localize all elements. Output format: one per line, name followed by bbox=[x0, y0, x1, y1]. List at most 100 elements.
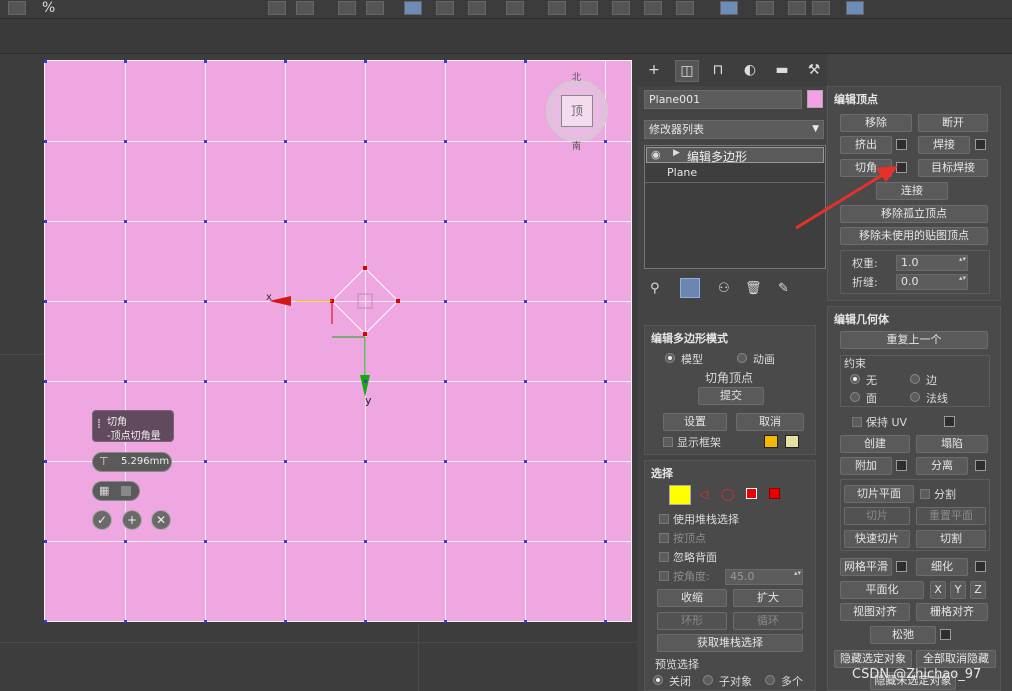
pivot-icon[interactable] bbox=[644, 1, 662, 15]
detach-button[interactable]: 分离 bbox=[916, 457, 968, 475]
snap-icon[interactable] bbox=[8, 1, 26, 15]
grow-button[interactable]: 扩大 bbox=[733, 589, 803, 607]
settings-button[interactable]: 设置 bbox=[663, 413, 727, 431]
commit-button[interactable]: 提交 bbox=[698, 387, 764, 405]
weight-spinner[interactable]: 1.0 bbox=[896, 255, 968, 271]
vertex-mode-icon[interactable] bbox=[669, 485, 691, 505]
material-editor-icon[interactable] bbox=[812, 1, 830, 15]
constraint-edge-radio[interactable] bbox=[910, 374, 920, 384]
by-angle-checkbox[interactable] bbox=[659, 571, 669, 581]
caddy-amount-field[interactable]: ⊤ 5.296mm bbox=[92, 452, 172, 472]
cage-color-swatch-1[interactable] bbox=[764, 435, 778, 448]
preserve-uv-settings-icon[interactable] bbox=[944, 416, 955, 427]
tessellate-settings-icon[interactable] bbox=[975, 561, 986, 572]
ref-coord-icon[interactable] bbox=[612, 1, 630, 15]
make-unique-icon[interactable]: ⚇ bbox=[718, 281, 730, 296]
model-radio[interactable] bbox=[665, 353, 675, 363]
weld-button[interactable]: 焊接 bbox=[918, 136, 970, 154]
render-setup-icon[interactable] bbox=[366, 1, 384, 15]
modifier-list-dropdown[interactable]: 修改器列表 ▼ bbox=[644, 120, 824, 139]
create-tab-icon[interactable]: + bbox=[643, 60, 665, 80]
attach-button[interactable]: 附加 bbox=[840, 457, 892, 475]
segments-toggle[interactable] bbox=[121, 486, 131, 496]
grid-align-button[interactable]: 栅格对齐 bbox=[916, 603, 988, 621]
select-region-icon[interactable] bbox=[436, 1, 454, 15]
render-icon[interactable] bbox=[846, 1, 864, 15]
reset-plane-button[interactable]: 重置平面 bbox=[916, 507, 986, 525]
scale-icon[interactable] bbox=[580, 1, 598, 15]
show-cage-checkbox[interactable] bbox=[663, 437, 673, 447]
detach-settings-icon[interactable] bbox=[975, 460, 986, 471]
utilities-tab-icon[interactable]: ⚒ bbox=[803, 60, 825, 80]
caddy-segments-field[interactable]: ▦ bbox=[92, 481, 140, 501]
object-name-field[interactable]: Plane001 bbox=[644, 90, 802, 109]
cut-button[interactable]: 切割 bbox=[916, 530, 986, 548]
split-checkbox[interactable] bbox=[920, 489, 930, 499]
bind-icon[interactable] bbox=[338, 1, 356, 15]
expand-triangle-icon[interactable]: ▶ bbox=[673, 148, 680, 158]
meshsmooth-button[interactable]: 网格平滑 bbox=[840, 558, 892, 576]
window-crossing-icon[interactable] bbox=[468, 1, 486, 15]
edit-poly-mode-title[interactable]: 编辑多边形模式 bbox=[651, 330, 728, 346]
attach-settings-icon[interactable] bbox=[896, 460, 907, 471]
pin-stack-icon[interactable]: ⚲ bbox=[650, 281, 660, 296]
by-vertex-checkbox[interactable] bbox=[659, 533, 669, 543]
edge-mode-icon[interactable]: ◁ bbox=[699, 487, 708, 501]
caddy-ok-icon[interactable]: ✓ bbox=[92, 510, 112, 530]
caddy-apply-icon[interactable]: + bbox=[122, 510, 142, 530]
show-end-result-icon[interactable] bbox=[680, 278, 700, 298]
percent-snap-label[interactable]: % bbox=[42, 0, 55, 16]
preview-off-radio[interactable] bbox=[653, 675, 663, 685]
create-button[interactable]: 创建 bbox=[840, 435, 910, 453]
tessellate-button[interactable]: 细化 bbox=[916, 558, 968, 576]
constraint-face-radio[interactable] bbox=[850, 392, 860, 402]
pink-plane-mesh[interactable] bbox=[44, 60, 632, 623]
quickslice-button[interactable]: 快速切片 bbox=[844, 530, 910, 548]
mirror-icon[interactable] bbox=[676, 1, 694, 15]
stack-item-plane[interactable]: Plane bbox=[667, 166, 697, 179]
ignore-backfacing-checkbox[interactable] bbox=[659, 552, 669, 562]
edit-geometry-title[interactable]: 编辑几何体 bbox=[834, 311, 889, 327]
unhide-all-button[interactable]: 全部取消隐藏 bbox=[916, 650, 996, 668]
select-object-icon[interactable] bbox=[404, 1, 422, 15]
unlink-icon[interactable] bbox=[296, 1, 314, 15]
schematic-icon[interactable] bbox=[788, 1, 806, 15]
select-link-icon[interactable] bbox=[268, 1, 286, 15]
rotate-icon[interactable] bbox=[548, 1, 566, 15]
edit-vertices-title[interactable]: 编辑顶点 bbox=[834, 91, 878, 107]
slice-button[interactable]: 切片 bbox=[844, 507, 910, 525]
cage-color-swatch-2[interactable] bbox=[785, 435, 799, 448]
view-align-button[interactable]: 视图对齐 bbox=[840, 603, 910, 621]
preview-subobject-radio[interactable] bbox=[703, 675, 713, 685]
use-stack-checkbox[interactable] bbox=[659, 514, 669, 524]
shrink-button[interactable]: 收缩 bbox=[657, 589, 727, 607]
relax-settings-icon[interactable] bbox=[940, 629, 951, 640]
caddy-title-box[interactable]: ⁞ 切角 -顶点切角量 bbox=[92, 410, 174, 442]
target-weld-button[interactable]: 目标焊接 bbox=[918, 159, 988, 177]
motion-tab-icon[interactable]: ◐ bbox=[739, 60, 761, 80]
planarize-button[interactable]: 平面化 bbox=[840, 581, 924, 599]
hide-selected-button[interactable]: 隐藏选定对象 bbox=[834, 650, 912, 668]
slice-plane-button[interactable]: 切片平面 bbox=[844, 485, 914, 503]
polygon-mode-icon[interactable] bbox=[746, 488, 757, 499]
element-mode-icon[interactable] bbox=[769, 488, 780, 499]
preserve-uv-checkbox[interactable] bbox=[852, 417, 862, 427]
weld-settings-icon[interactable] bbox=[975, 139, 986, 150]
planarize-z-button[interactable]: Z bbox=[970, 581, 986, 599]
get-stack-selection-button[interactable]: 获取堆栈选择 bbox=[657, 634, 803, 652]
selection-title[interactable]: 选择 bbox=[651, 465, 673, 481]
hierarchy-tab-icon[interactable]: ⊓ bbox=[707, 60, 729, 80]
caddy-cancel-icon[interactable]: ✕ bbox=[151, 510, 171, 530]
loop-button[interactable]: 循环 bbox=[733, 612, 803, 630]
eye-icon[interactable]: ◉ bbox=[651, 148, 661, 161]
constraint-none-radio[interactable] bbox=[850, 374, 860, 384]
remove-button[interactable]: 移除 bbox=[840, 114, 912, 132]
layer-icon[interactable] bbox=[720, 1, 738, 15]
modify-tab-icon[interactable]: ◫ bbox=[675, 60, 699, 82]
ring-button[interactable]: 环形 bbox=[657, 612, 727, 630]
constraint-normal-radio[interactable] bbox=[910, 392, 920, 402]
collapse-button[interactable]: 塌陷 bbox=[916, 435, 988, 453]
object-color-swatch[interactable] bbox=[807, 90, 823, 108]
viewcube-top-face[interactable]: 顶 bbox=[561, 95, 593, 127]
meshsmooth-settings-icon[interactable] bbox=[896, 561, 907, 572]
